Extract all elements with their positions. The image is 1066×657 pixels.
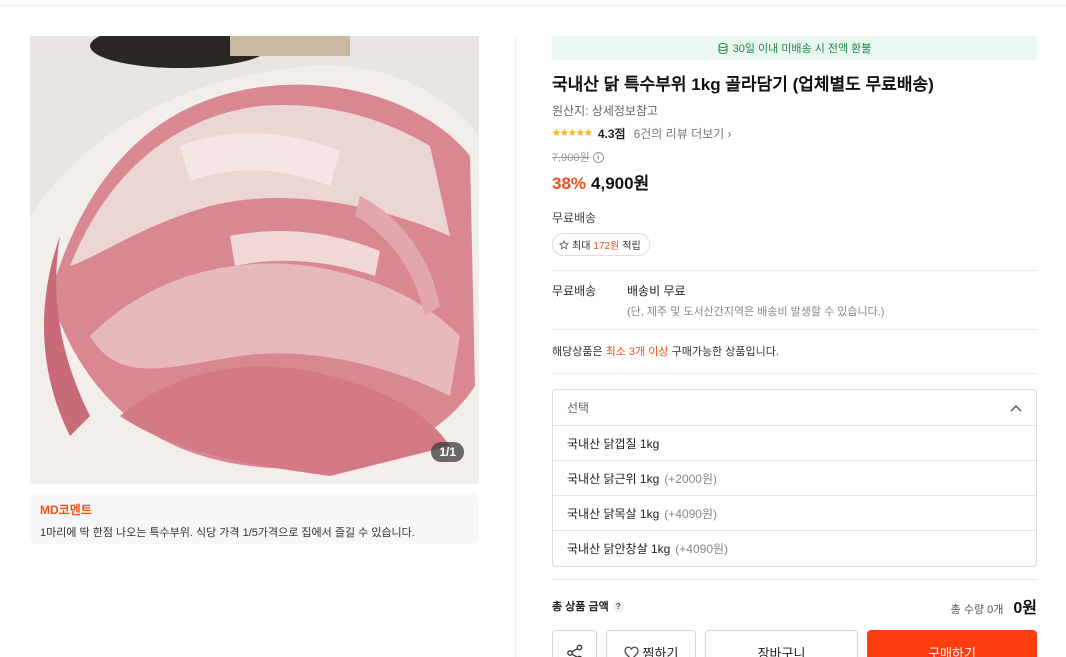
original-price: 7,900원 — [552, 152, 590, 164]
option-item[interactable]: 국내산 닭안창살 1kg (+4090원) — [553, 531, 1036, 566]
add-to-cart-button[interactable]: 장바구니 — [705, 630, 858, 657]
points-value: 172원 — [593, 241, 620, 252]
star-rating-icon: ★★★★★ — [552, 128, 593, 139]
product-title: 국내산 닭 특수부위 1kg 골라담기 (업체별도 무료배송) — [552, 75, 934, 94]
option-item[interactable]: 국내산 닭껍질 1kg — [553, 426, 1036, 461]
shipping-note: (단, 제주 및 도서산간지역은 배송비 발생할 수 있습니다.) — [627, 306, 885, 318]
meat-photo — [30, 36, 479, 484]
product-origin: 원산지: 상세정보참고 — [552, 104, 659, 118]
top-divider — [0, 5, 1066, 6]
min-qty-suffix: 구매가능한 상품입니다. — [671, 346, 779, 358]
original-price-row: 7,900원 i — [552, 149, 1037, 165]
share-button[interactable] — [552, 630, 597, 657]
option-select: 선택 국내산 닭껍질 1kg 국내산 닭근위 1kg (+2000원) 국내산 … — [552, 389, 1037, 567]
star-outline-icon — [559, 239, 569, 250]
option-label: 국내산 닭껍질 1kg — [567, 436, 660, 451]
refund-banner: 30일 이내 미배송 시 전액 환불 — [552, 36, 1037, 60]
md-comment-title: MD코멘트 — [40, 503, 92, 517]
image-counter: 1/1 — [431, 442, 464, 462]
review-link[interactable]: 6건의 리뷰 더보기 › — [634, 125, 732, 142]
chevron-up-icon — [1010, 404, 1022, 411]
total-quantity: 총 수량 0개 — [950, 604, 1004, 616]
option-label: 국내산 닭목살 1kg — [567, 506, 660, 521]
total-amount: 0원 — [1013, 600, 1037, 617]
rating-row: ★★★★★ 4.3점 6건의 리뷰 더보기 › — [552, 125, 1037, 142]
option-select-toggle[interactable]: 선택 — [553, 390, 1036, 426]
wishlist-button[interactable]: 찜하기 — [606, 630, 696, 657]
shipping-fee: 배송비 무료 — [627, 284, 686, 298]
min-qty-prefix: 해당상품은 — [552, 346, 603, 358]
points-suffix: 적립 — [622, 241, 641, 252]
option-item[interactable]: 국내산 닭목살 1kg (+4090원) — [553, 496, 1036, 531]
option-extra: (+2000원) — [664, 471, 718, 486]
total-summary: 총 수량 0개 0원 — [951, 594, 1037, 618]
product-image[interactable]: 1/1 — [30, 36, 479, 484]
points-badge: 최대 172원 적립 — [552, 233, 650, 256]
option-label: 국내산 닭근위 1kg — [567, 471, 660, 486]
divider — [552, 373, 1037, 374]
heart-icon — [623, 646, 639, 657]
min-quantity-notice: 해당상품은 최소 3개 이상 구매가능한 상품입니다. — [552, 330, 1037, 373]
min-qty-highlight: 최소 3개 이상 — [605, 346, 669, 358]
price-row: 38% 4,900원 — [552, 169, 1037, 194]
shipping-label: 무료배송 — [552, 284, 597, 298]
total-row: 총 상품 금액 ? 총 수량 0개 0원 — [552, 579, 1037, 618]
product-info-panel: 30일 이내 미배송 시 전액 환불 국내산 닭 특수부위 1kg 골라담기 (… — [552, 36, 1037, 657]
option-extra: (+4090원) — [675, 542, 729, 556]
sale-price: 4,900원 — [591, 174, 650, 193]
share-icon — [566, 644, 582, 657]
shipping-row: 무료배송 배송비 무료 (단, 제주 및 도서산간지역은 배송비 발생할 수 있… — [552, 271, 1037, 329]
free-shipping-label: 무료배송 — [552, 211, 597, 225]
option-select-placeholder: 선택 — [567, 401, 590, 415]
option-extra: (+4090원) — [664, 506, 718, 521]
discount-rate: 38% — [552, 174, 587, 193]
rating-score: 4.3점 — [597, 127, 626, 141]
total-label-text: 총 상품 금액 — [552, 601, 609, 613]
wishlist-label: 찜하기 — [642, 646, 679, 657]
option-item[interactable]: 국내산 닭근위 1kg (+2000원) — [553, 461, 1036, 496]
coin-icon — [718, 42, 728, 54]
question-icon[interactable]: ? — [612, 600, 624, 612]
md-comment-text: 1마리에 딱 한점 나오는 특수부위. 식당 가격 1/5가격으로 집에서 즐길… — [40, 527, 415, 539]
points-prefix: 최대 — [572, 241, 591, 252]
md-comment-box: MD코멘트 1마리에 딱 한점 나오는 특수부위. 식당 가격 1/5가격으로 … — [30, 494, 479, 544]
buy-now-button[interactable]: 구매하기 — [867, 630, 1037, 657]
action-buttons: 찜하기 장바구니 구매하기 — [552, 630, 1037, 657]
column-divider — [515, 36, 516, 657]
info-icon[interactable]: i — [592, 151, 604, 163]
refund-banner-text: 30일 이내 미배송 시 전액 환불 — [732, 43, 872, 55]
total-label: 총 상품 금액 ? — [552, 598, 624, 614]
option-label: 국내산 닭안창살 1kg — [567, 542, 671, 556]
